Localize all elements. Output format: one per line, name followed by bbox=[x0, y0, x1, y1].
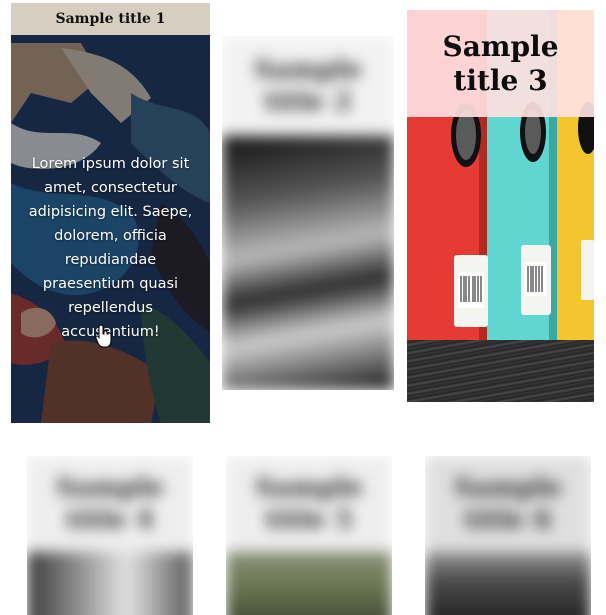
card-2-title: Sample title 2 bbox=[222, 36, 394, 136]
card-1-description: Lorem ipsum dolor sit amet, consectetur … bbox=[28, 155, 193, 340]
card-6-photo bbox=[425, 550, 591, 615]
card-4-title: Sample title 4 bbox=[27, 456, 193, 552]
card-2-photo bbox=[222, 134, 394, 390]
card-5-title: Sample title 5 bbox=[226, 456, 392, 552]
card-3-shelf bbox=[407, 340, 594, 402]
card-1-title: Sample title 1 bbox=[11, 3, 210, 35]
card-4-photo bbox=[27, 550, 193, 615]
gallery-card-1[interactable]: Sample title 1 Lorem ipsum dolor sit ame… bbox=[11, 3, 210, 423]
gallery-card-3[interactable]: Sample title 3 bbox=[407, 10, 594, 402]
gallery-card-2[interactable]: Sample title 2 bbox=[222, 36, 394, 390]
card-3-title: Sample title 3 bbox=[407, 10, 594, 117]
card-5-content: Sample title 5 bbox=[226, 456, 392, 615]
gallery-page: Sample title 1 Lorem ipsum dolor sit ame… bbox=[0, 0, 606, 615]
card-6-content: Sample title 6 bbox=[425, 456, 591, 615]
gallery-card-6[interactable]: Sample title 6 bbox=[425, 456, 591, 615]
card-4-content: Sample title 4 bbox=[27, 456, 193, 615]
card-5-photo bbox=[226, 550, 392, 615]
card-2-content: Sample title 2 bbox=[222, 36, 394, 390]
card-6-title: Sample title 6 bbox=[425, 456, 591, 552]
gallery-card-4[interactable]: Sample title 4 bbox=[27, 456, 193, 615]
hand-pointer-icon bbox=[95, 324, 112, 348]
gallery-card-5[interactable]: Sample title 5 bbox=[226, 456, 392, 615]
